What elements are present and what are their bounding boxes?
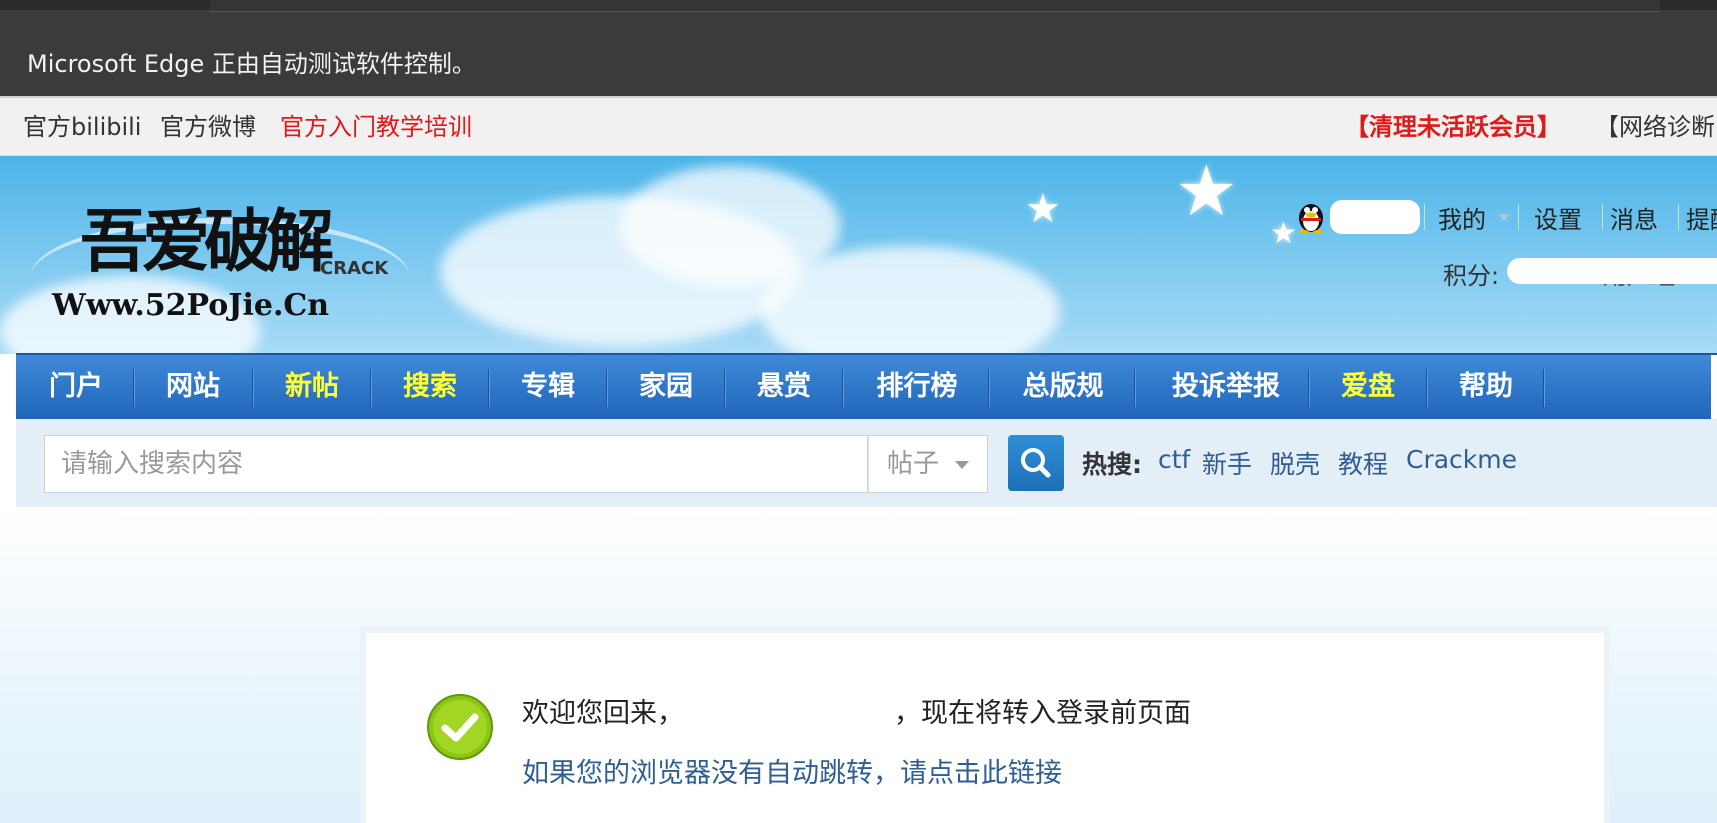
divider <box>370 369 371 407</box>
chevron-down-icon <box>955 461 969 469</box>
login-success-box: 欢迎您回来， ，现在将转入登录前页面 如果您的浏览器没有自动跳转，请点击此链接 <box>360 627 1610 823</box>
link-network-diagnosis[interactable]: 【网络诊断 <box>1595 112 1715 142</box>
automation-notice: Microsoft Edge 正由自动测试软件控制。 <box>27 50 476 78</box>
welcome-suffix: ，现在将转入登录前页面 <box>894 698 1191 729</box>
nav-aipan[interactable]: 爱盘 <box>1318 355 1418 419</box>
hot-term-tutorial[interactable]: 教程 <box>1338 445 1388 481</box>
link-official-weibo[interactable]: 官方微博 <box>160 112 256 142</box>
hot-term-unpack[interactable]: 脱壳 <box>1270 445 1320 481</box>
success-check-icon <box>427 694 493 760</box>
divider <box>133 369 134 407</box>
divider <box>488 369 489 407</box>
site-logo[interactable]: 吾爱破解 CRACK Www.52PoJie.Cn <box>30 178 410 338</box>
hot-term-newbie[interactable]: 新手 <box>1202 445 1252 481</box>
hot-term-crackme[interactable]: Crackme <box>1406 445 1517 474</box>
hot-search-label: 热搜: <box>1082 450 1142 479</box>
divider <box>606 369 607 407</box>
qq-penguin-icon[interactable] <box>1295 198 1327 234</box>
top-link-bar: 官方bilibili 官方微博 官方入门教学培训 【清理未活跃会员】 【网络诊断 <box>0 98 1717 156</box>
divider <box>252 369 253 407</box>
automation-infobar: Microsoft Edge 正由自动测试软件控制。 <box>0 0 1717 96</box>
divider <box>988 369 989 407</box>
nav-albums[interactable]: 专辑 <box>498 355 598 419</box>
nav-right-edge <box>1711 355 1717 419</box>
logo-url: Www.52PoJie.Cn <box>52 288 330 323</box>
messages-link[interactable]: 消息 <box>1610 200 1658 235</box>
star-icon: ★ <box>1270 216 1297 251</box>
redirect-link[interactable]: 如果您的浏览器没有自动跳转，请点击此链接 <box>522 751 1062 790</box>
star-icon: ★ <box>1025 186 1061 232</box>
divider <box>1602 204 1603 230</box>
nav-home[interactable]: 家园 <box>616 355 716 419</box>
settings-link[interactable]: 设置 <box>1534 200 1582 235</box>
logo-crack: CRACK <box>320 258 389 279</box>
divider <box>842 369 843 407</box>
nav-report[interactable]: 投诉举报 <box>1144 355 1308 419</box>
score-redacted <box>1507 258 1717 284</box>
divider <box>1543 369 1544 407</box>
welcome-prefix: 欢迎您回来， <box>522 698 684 729</box>
divider <box>1424 204 1425 230</box>
remind-link[interactable]: 提醒 <box>1686 200 1717 235</box>
link-official-bilibili[interactable]: 官方bilibili <box>23 112 141 142</box>
search-input[interactable]: 请输入搜索内容 <box>44 435 868 493</box>
search-icon <box>1021 448 1051 478</box>
nav-site[interactable]: 网站 <box>143 355 243 419</box>
link-clean-inactive-members[interactable]: 【清理未活跃会员】 <box>1345 112 1561 142</box>
search-type-value: 帖子 <box>887 449 940 479</box>
nav-help[interactable]: 帮助 <box>1436 355 1536 419</box>
site-header: ★ ★ ★ 吾爱破解 CRACK Www.52PoJie.Cn 我的 设置 消息… <box>0 156 1717 354</box>
divider <box>724 369 725 407</box>
divider <box>1426 369 1427 407</box>
welcome-message: 欢迎您回来， ，现在将转入登录前页面 <box>522 691 1191 730</box>
browser-tab-strip-edge <box>210 0 1660 12</box>
my-menu-link[interactable]: 我的 <box>1438 200 1486 235</box>
chevron-down-icon <box>1498 214 1510 221</box>
logo-title: 吾爱破解 <box>80 202 334 282</box>
username-redacted <box>1330 200 1420 234</box>
divider <box>1678 204 1679 230</box>
divider <box>1518 204 1519 230</box>
divider <box>1308 369 1309 407</box>
score-label: 积分: <box>1443 262 1500 290</box>
search-type-select[interactable]: 帖子 <box>868 435 988 493</box>
star-icon: ★ <box>1175 156 1238 232</box>
nav-leaderboard[interactable]: 排行榜 <box>852 355 982 419</box>
link-official-training[interactable]: 官方入门教学培训 <box>280 112 472 142</box>
search-button[interactable] <box>1008 435 1064 491</box>
divider <box>1134 369 1135 407</box>
hot-term-ctf[interactable]: ctf <box>1158 445 1190 474</box>
nav-portal[interactable]: 门户 <box>26 355 126 419</box>
nav-new-posts[interactable]: 新帖 <box>262 355 362 419</box>
nav-rules[interactable]: 总版规 <box>998 355 1128 419</box>
main-nav: 门户 网站 新帖 搜索 专辑 家园 悬赏 排行榜 总版规 投诉举报 爱盘 帮助 <box>16 353 1717 419</box>
nav-bounty[interactable]: 悬赏 <box>734 355 834 419</box>
search-bar: 请输入搜索内容 帖子 热搜: ctf 新手 脱壳 教程 Crackme <box>16 419 1717 507</box>
nav-search[interactable]: 搜索 <box>380 355 480 419</box>
